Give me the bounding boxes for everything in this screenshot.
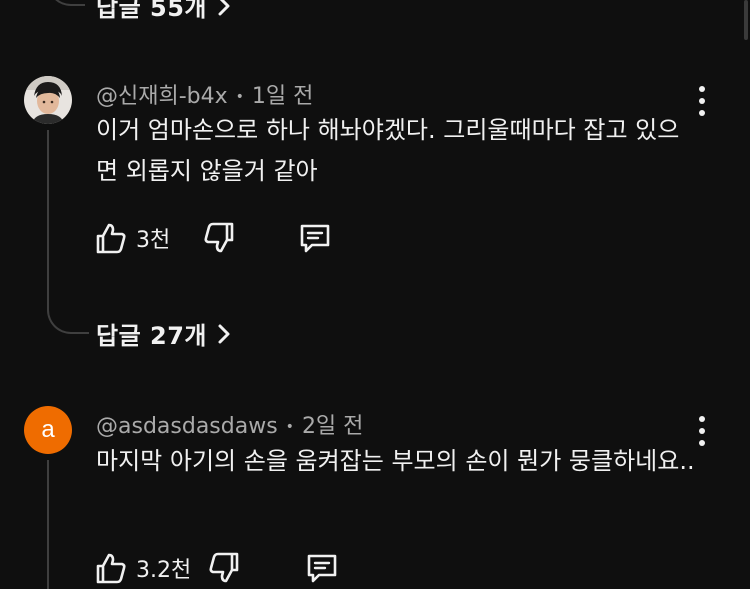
thumbs-down-icon [209, 552, 239, 583]
avatar[interactable] [24, 76, 72, 124]
reply-comment-icon [307, 554, 337, 583]
avatar[interactable]: a [24, 406, 72, 454]
dislike-button[interactable] [202, 221, 236, 255]
avatar-letter: a [41, 416, 55, 443]
replies-label: 답글 55개 [96, 0, 207, 22]
replies-toggle-top[interactable]: 답글 55개 [96, 0, 233, 23]
separator-dot: • [285, 419, 294, 435]
comment-actions: 3.2천 [94, 548, 339, 588]
comment-meta: @신재희-b4x • 1일 전 [96, 78, 313, 110]
reply-button[interactable] [298, 221, 332, 255]
comment-author[interactable]: @asdasdasdaws [96, 414, 278, 439]
thread-connector [47, 130, 89, 334]
thumbs-up-icon [96, 223, 126, 254]
thumbs-down-icon [204, 222, 234, 253]
comment-author[interactable]: @신재희-b4x [96, 84, 228, 109]
comment-time[interactable]: 2일 전 [302, 414, 363, 439]
reply-button[interactable] [305, 551, 339, 585]
like-button[interactable]: 3천 [94, 221, 170, 255]
comment-time[interactable]: 1일 전 [252, 84, 313, 109]
dot [699, 98, 705, 104]
dot [699, 440, 705, 446]
like-count: 3천 [136, 228, 171, 253]
like-button[interactable]: 3.2천 [94, 551, 191, 585]
thumbs-up-icon [96, 553, 126, 584]
comment-text: 이거 엄마손으로 하나 해놔야겠다. 그리울때마다 잡고 있으면 외롭지 않을거… [96, 116, 680, 185]
separator-dot: • [235, 89, 244, 105]
like-count: 3.2천 [136, 558, 192, 583]
dot [699, 428, 705, 434]
dot [699, 86, 705, 92]
replies-label: 답글 27개 [96, 322, 207, 350]
comment-meta: @asdasdasdaws • 2일 전 [96, 408, 363, 440]
dot [699, 416, 705, 422]
thread-line [47, 460, 49, 589]
scrollbar[interactable] [744, 0, 748, 40]
thread-connector [47, 0, 85, 6]
comment-text: 마지막 아기의 손을 움켜잡는 부모의 손이 뭔가 뭉클하네요.. [96, 447, 695, 475]
comment-actions: 3천 [94, 218, 332, 258]
chevron-right-icon [218, 324, 230, 343]
replies-toggle[interactable]: 답글 27개 [96, 316, 233, 351]
reply-comment-icon [300, 224, 330, 253]
chevron-right-icon [218, 0, 230, 15]
dislike-button[interactable] [207, 551, 241, 585]
dot [699, 110, 705, 116]
